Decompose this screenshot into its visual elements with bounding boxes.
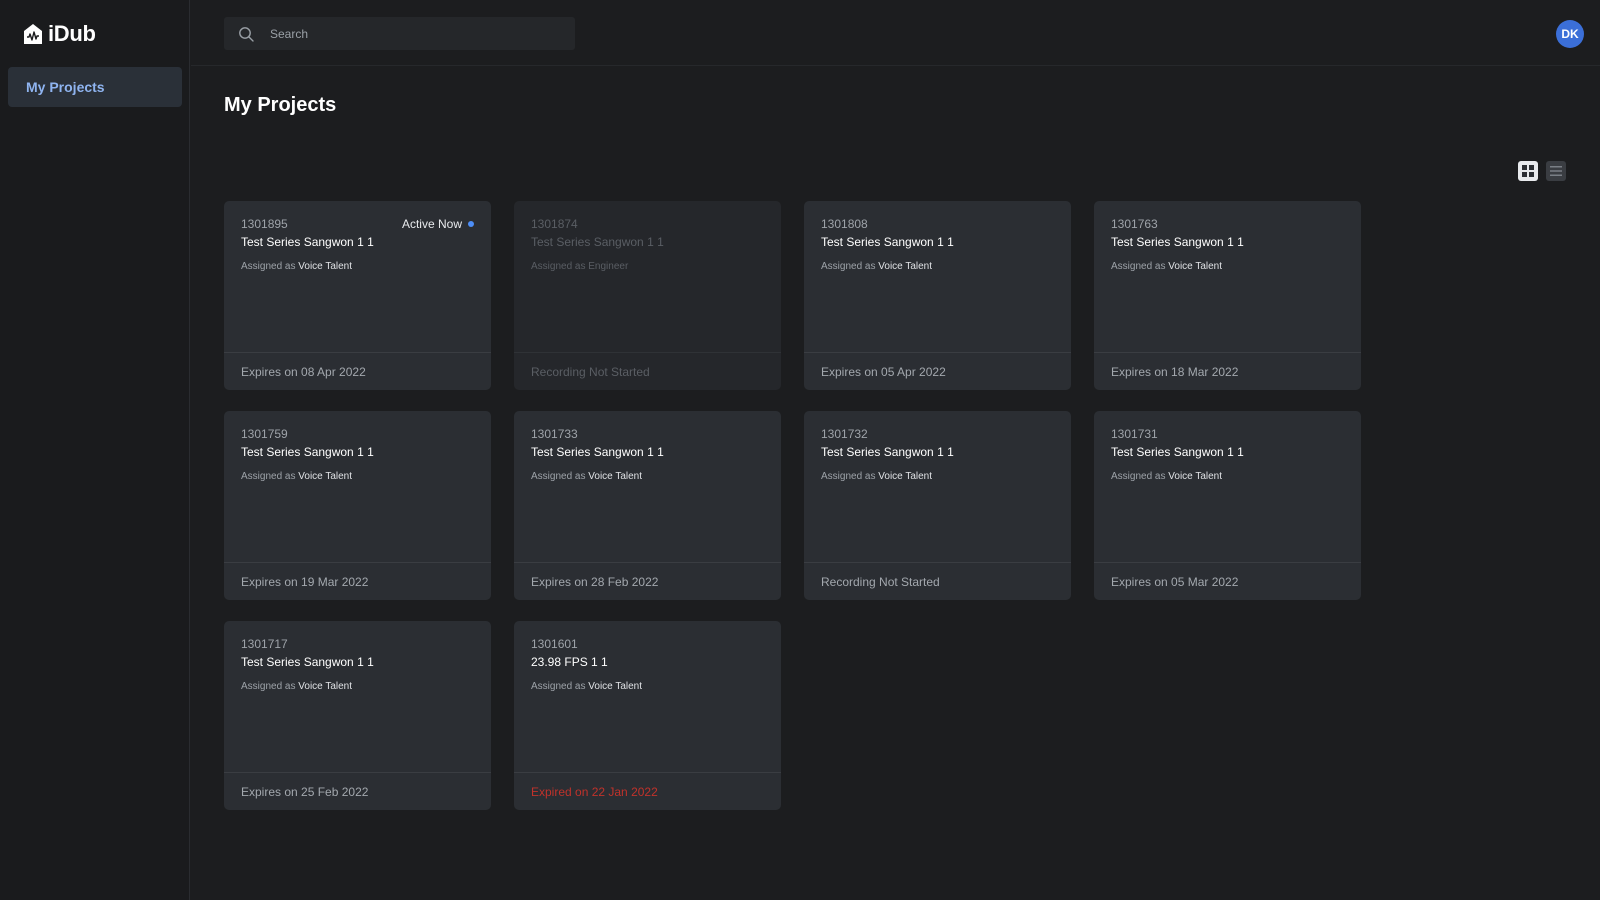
brand-logo[interactable]: iDub (24, 20, 96, 48)
project-title: Test Series Sangwon 1 1 (1111, 235, 1244, 249)
project-id: 1301759 (241, 427, 288, 441)
project-id: 1301874 (531, 217, 578, 231)
project-id: 1301733 (531, 427, 578, 441)
project-status: Expires on 08 Apr 2022 (224, 352, 491, 390)
assigned-role: Assigned as Engineer (531, 261, 628, 272)
user-avatar[interactable]: DK (1556, 20, 1584, 48)
project-title: Test Series Sangwon 1 1 (821, 235, 954, 249)
assigned-prefix: Assigned as (1111, 471, 1166, 482)
project-card[interactable]: 1301733 Test Series Sangwon 1 1 Assigned… (514, 411, 781, 600)
top-bar: DK (191, 0, 1600, 66)
app-name: iDub (48, 21, 96, 46)
project-id: 1301808 (821, 217, 868, 231)
project-status: Expires on 05 Mar 2022 (1094, 562, 1361, 600)
assigned-role: Assigned as Voice Talent (1111, 261, 1222, 272)
assigned-role: Assigned as Voice Talent (241, 681, 352, 692)
project-title: Test Series Sangwon 1 1 (821, 445, 954, 459)
assigned-prefix: Assigned as (531, 261, 586, 272)
assigned-prefix: Assigned as (821, 471, 876, 482)
active-dot-icon (468, 221, 474, 227)
project-card[interactable]: 1301763 Test Series Sangwon 1 1 Assigned… (1094, 201, 1361, 390)
assigned-role: Assigned as Voice Talent (821, 471, 932, 482)
role-name: Voice Talent (1168, 471, 1223, 482)
role-name: Voice Talent (298, 681, 353, 692)
assigned-role: Assigned as Voice Talent (1111, 471, 1222, 482)
active-now-badge: Active Now (402, 217, 474, 231)
project-card[interactable]: 1301808 Test Series Sangwon 1 1 Assigned… (804, 201, 1071, 390)
assigned-prefix: Assigned as (821, 261, 876, 272)
project-id: 1301763 (1111, 217, 1158, 231)
grid-view-button[interactable] (1518, 161, 1538, 181)
search-icon (239, 26, 254, 42)
project-card[interactable]: 1301895 Active Now Test Series Sangwon 1… (224, 201, 491, 390)
sidebar: iDub My Projects (0, 0, 190, 900)
project-status: Recording Not Started (804, 562, 1071, 600)
assigned-role: Assigned as Voice Talent (241, 471, 352, 482)
assigned-prefix: Assigned as (241, 261, 296, 272)
project-status: Expires on 25 Feb 2022 (224, 772, 491, 810)
project-card[interactable]: 1301717 Test Series Sangwon 1 1 Assigned… (224, 621, 491, 810)
project-status: Expires on 28 Feb 2022 (514, 562, 781, 600)
page-title: My Projects (224, 94, 337, 116)
project-status: Expires on 19 Mar 2022 (224, 562, 491, 600)
assigned-prefix: Assigned as (1111, 261, 1166, 272)
project-id: 1301732 (821, 427, 868, 441)
assigned-role: Assigned as Voice Talent (531, 471, 642, 482)
assigned-prefix: Assigned as (241, 681, 296, 692)
view-toggle (1518, 161, 1566, 181)
project-card[interactable]: 1301601 23.98 FPS 1 1 Assigned as Voice … (514, 621, 781, 810)
project-id: 1301601 (531, 637, 578, 651)
sidebar-item-label: My Projects (26, 79, 105, 95)
project-card[interactable]: 1301874 Test Series Sangwon 1 1 Assigned… (514, 201, 781, 390)
search-input[interactable] (268, 25, 552, 42)
search-box[interactable] (224, 17, 575, 50)
project-title: Test Series Sangwon 1 1 (1111, 445, 1244, 459)
project-grid: 1301895 Active Now Test Series Sangwon 1… (224, 201, 1361, 810)
assigned-prefix: Assigned as (531, 681, 586, 692)
role-name: Voice Talent (588, 681, 643, 692)
home-waveform-icon (24, 24, 42, 44)
project-card[interactable]: 1301731 Test Series Sangwon 1 1 Assigned… (1094, 411, 1361, 600)
project-title: Test Series Sangwon 1 1 (531, 445, 664, 459)
project-card[interactable]: 1301759 Test Series Sangwon 1 1 Assigned… (224, 411, 491, 600)
role-name: Voice Talent (878, 471, 933, 482)
project-status: Expires on 05 Apr 2022 (804, 352, 1071, 390)
role-name: Engineer (588, 261, 629, 272)
project-title: Test Series Sangwon 1 1 (531, 235, 664, 249)
assigned-role: Assigned as Voice Talent (531, 681, 642, 692)
project-status: Recording Not Started (514, 352, 781, 390)
project-title: Test Series Sangwon 1 1 (241, 445, 374, 459)
project-id: 1301895 (241, 217, 288, 231)
project-title: Test Series Sangwon 1 1 (241, 235, 374, 249)
assigned-role: Assigned as Voice Talent (241, 261, 352, 272)
assigned-prefix: Assigned as (531, 471, 586, 482)
role-name: Voice Talent (588, 471, 643, 482)
role-name: Voice Talent (1168, 261, 1223, 272)
assigned-prefix: Assigned as (241, 471, 296, 482)
project-id: 1301717 (241, 637, 288, 651)
list-view-icon (1550, 166, 1562, 176)
project-id: 1301731 (1111, 427, 1158, 441)
active-now-label: Active Now (401, 217, 462, 231)
role-name: Voice Talent (298, 471, 353, 482)
sidebar-item-my-projects[interactable]: My Projects (8, 67, 182, 107)
project-title: 23.98 FPS 1 1 (531, 655, 608, 669)
list-view-button[interactable] (1546, 161, 1566, 181)
project-title: Test Series Sangwon 1 1 (241, 655, 374, 669)
role-name: Voice Talent (878, 261, 933, 272)
grid-view-icon (1522, 165, 1534, 177)
role-name: Voice Talent (298, 261, 353, 272)
project-status: Expires on 18 Mar 2022 (1094, 352, 1361, 390)
assigned-role: Assigned as Voice Talent (821, 261, 932, 272)
project-status-expired: Expired on 22 Jan 2022 (514, 772, 781, 810)
project-card[interactable]: 1301732 Test Series Sangwon 1 1 Assigned… (804, 411, 1071, 600)
